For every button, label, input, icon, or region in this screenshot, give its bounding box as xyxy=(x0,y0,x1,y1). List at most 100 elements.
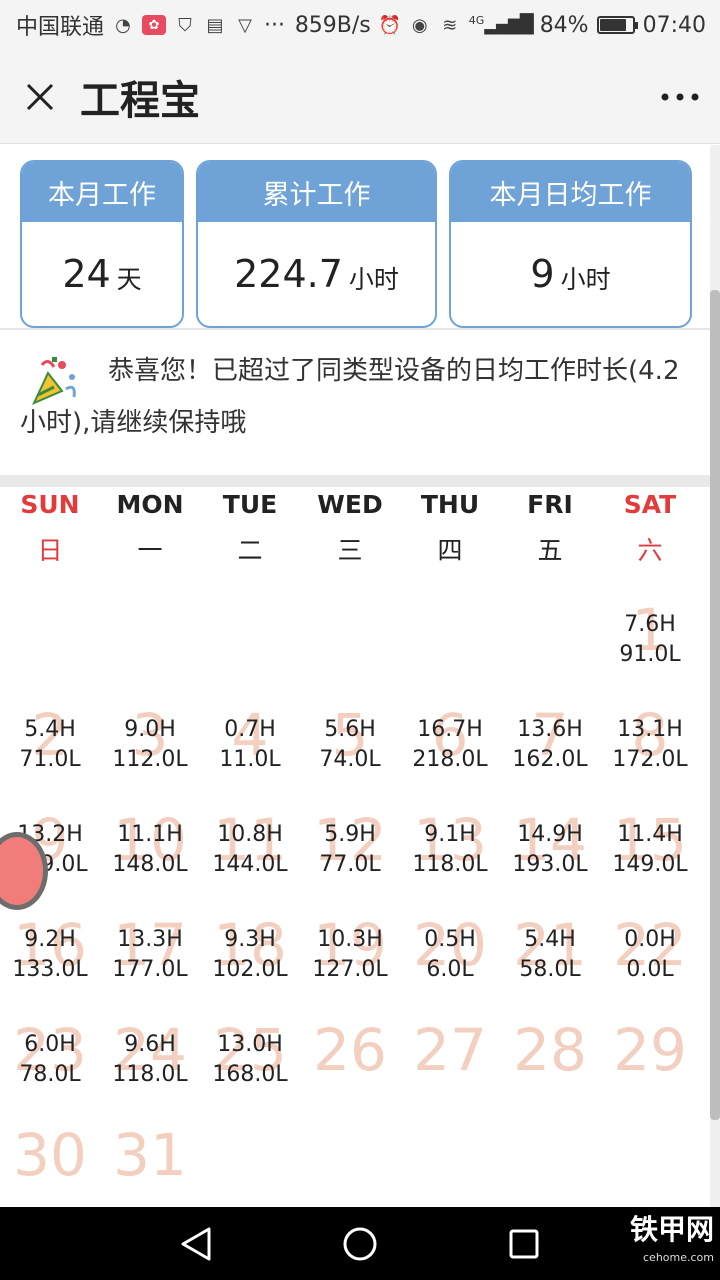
weekday-sun: SUN 日 xyxy=(0,487,100,577)
recents-button[interactable] xyxy=(502,1222,546,1266)
calendar-day-cell[interactable]: 5 5.6H 74.0L xyxy=(300,682,400,787)
day-fuel: 172.0L xyxy=(612,747,688,772)
calendar-day-cell[interactable]: 7 13.6H 162.0L xyxy=(500,682,600,787)
stat-value-box: 24 天 xyxy=(22,222,182,326)
day-fuel: 118.0L xyxy=(412,852,488,877)
back-button[interactable] xyxy=(174,1222,218,1266)
calendar-day-cell[interactable]: 28 xyxy=(500,997,600,1102)
calendar-empty-cell xyxy=(400,1102,500,1207)
calendar-day-cell[interactable]: 22 0.0H 0.0L xyxy=(600,892,700,997)
more-button[interactable] xyxy=(640,50,720,144)
calendar-week-row: 16 9.2H 133.0L 17 13.3H 177.0L 18 9.3H 102.0L 19 1… xyxy=(0,892,710,997)
day-usage: 9.0H 112.0L xyxy=(100,682,200,787)
calendar-empty-cell xyxy=(300,577,400,682)
day-usage: 5.4H 58.0L xyxy=(500,892,600,997)
recents-square-icon xyxy=(509,1229,539,1258)
calendar-day-cell[interactable]: 29 xyxy=(600,997,700,1102)
calendar-day-cell[interactable]: 1 7.6H 91.0L xyxy=(600,577,700,682)
day-usage: 9.1H 118.0L xyxy=(400,787,500,892)
day-fuel: 77.0L xyxy=(319,852,381,877)
close-button[interactable] xyxy=(0,50,80,144)
page-title: 工程宝 xyxy=(80,77,200,124)
calendar-day-cell[interactable]: 19 10.3H 127.0L xyxy=(300,892,400,997)
calendar-day-cell[interactable]: 13 9.1H 118.0L xyxy=(400,787,500,892)
calendar-day-cell[interactable]: 3 9.0H 112.0L xyxy=(100,682,200,787)
calendar-day-cell[interactable]: 26 xyxy=(300,997,400,1102)
weekday-cn-label: 二 xyxy=(237,536,263,565)
section-divider xyxy=(0,475,720,487)
day-hours: 16.7H xyxy=(417,717,483,742)
day-number: 29 xyxy=(613,1015,687,1084)
calendar-day-cell[interactable]: 30 xyxy=(0,1102,100,1207)
home-button[interactable] xyxy=(338,1222,382,1266)
day-hours: 0.7H xyxy=(224,717,276,742)
day-usage: 10.8H 144.0L xyxy=(200,787,300,892)
calendar-day-cell[interactable]: 23 6.0H 78.0L xyxy=(0,997,100,1102)
calendar-week-row: 30 31 xyxy=(0,1102,710,1207)
calendar-grid: 1 7.6H 91.0L 2 5.4H 71.0L 3 9.0H 112.0L 4 0.7H 11.0… xyxy=(0,577,710,1207)
stat-label: 本月工作 xyxy=(22,162,182,222)
divider xyxy=(0,328,720,330)
calendar-day-cell[interactable]: 11 10.8H 144.0L xyxy=(200,787,300,892)
browser-icon: ◔ xyxy=(115,14,131,36)
day-hours: 5.4H xyxy=(524,927,576,952)
calendar-day-cell[interactable]: 14 14.9H 193.0L xyxy=(500,787,600,892)
day-usage: 7.6H 91.0L xyxy=(600,577,700,682)
calendar-day-cell[interactable]: 2 5.4H 71.0L xyxy=(0,682,100,787)
watermark-sub: cehome.com xyxy=(643,1251,714,1264)
weekday-header: SUN 日 MON 一 TUE 二 WED 三 THU 四 FRI 五 SAT 六 xyxy=(0,487,710,577)
calendar-empty-cell xyxy=(400,577,500,682)
day-hours: 9.3H xyxy=(224,927,276,952)
weekday-en-label: SAT xyxy=(623,490,677,519)
calendar-day-cell[interactable]: 20 0.5H 6.0L xyxy=(400,892,500,997)
calendar: SUN 日 MON 一 TUE 二 WED 三 THU 四 FRI 五 SAT 六 1 7.6H 91.0L 2… xyxy=(0,487,710,1207)
weekday-en-label: WED xyxy=(317,490,383,519)
watermark-logo: 铁甲网 cehome.com xyxy=(630,1216,714,1272)
day-hours: 13.6H xyxy=(517,717,583,742)
weekday-thu: THU 四 xyxy=(400,487,500,577)
title-bar: 工程宝 xyxy=(0,50,720,144)
day-hours: 9.2H xyxy=(24,927,76,952)
calendar-day-cell[interactable]: 25 13.0H 168.0L xyxy=(200,997,300,1102)
day-usage: 16.7H 218.0L xyxy=(400,682,500,787)
day-usage: 0.5H 6.0L xyxy=(400,892,500,997)
day-fuel: 133.0L xyxy=(12,957,88,982)
calendar-day-cell[interactable]: 27 xyxy=(400,997,500,1102)
more-dots-icon xyxy=(661,93,699,100)
signal-label: 4G xyxy=(468,14,485,27)
stat-unit: 小时 xyxy=(560,265,611,294)
stat-label: 本月日均工作 xyxy=(451,162,690,222)
calendar-day-cell[interactable]: 24 9.6H 118.0L xyxy=(100,997,200,1102)
calendar-day-cell[interactable]: 21 5.4H 58.0L xyxy=(500,892,600,997)
day-fuel: 6.0L xyxy=(426,957,474,982)
calendar-day-cell[interactable]: 8 13.1H 172.0L xyxy=(600,682,700,787)
calendar-week-row: 9 13.2H 169.0L 10 11.1H 148.0L 11 10.8H 144.0L 12… xyxy=(0,787,710,892)
battery-icon xyxy=(596,16,638,34)
weekday-cn-label: 四 xyxy=(437,536,463,565)
calendar-week-row: 1 7.6H 91.0L xyxy=(0,577,710,682)
day-fuel: 149.0L xyxy=(612,852,688,877)
day-fuel: 118.0L xyxy=(112,1062,188,1087)
calendar-day-cell[interactable]: 12 5.9H 77.0L xyxy=(300,787,400,892)
calendar-day-cell[interactable]: 15 11.4H 149.0L xyxy=(600,787,700,892)
calendar-day-cell[interactable]: 10 11.1H 148.0L xyxy=(100,787,200,892)
day-fuel: 127.0L xyxy=(312,957,388,982)
day-usage: 11.1H 148.0L xyxy=(100,787,200,892)
calendar-day-cell[interactable]: 31 xyxy=(100,1102,200,1207)
calendar-day-cell[interactable]: 18 9.3H 102.0L xyxy=(200,892,300,997)
scrollbar-thumb[interactable] xyxy=(710,290,720,1120)
storage-icon: ▤ xyxy=(206,14,224,36)
stat-value: 24 xyxy=(62,252,111,296)
calendar-day-cell[interactable]: 4 0.7H 11.0L xyxy=(200,682,300,787)
weekday-mon: MON 一 xyxy=(100,487,200,577)
party-popper-icon xyxy=(31,357,76,405)
calendar-day-cell[interactable]: 6 16.7H 218.0L xyxy=(400,682,500,787)
calendar-day-cell[interactable]: 17 13.3H 177.0L xyxy=(100,892,200,997)
weekday-wed: WED 三 xyxy=(300,487,400,577)
weekday-cn-label: 六 xyxy=(637,536,663,565)
day-fuel: 71.0L xyxy=(19,747,81,772)
day-number: 30 xyxy=(13,1120,87,1189)
weekday-cn-label: 五 xyxy=(537,536,563,565)
day-hours: 0.0H xyxy=(624,927,676,952)
stat-unit: 天 xyxy=(116,265,142,294)
